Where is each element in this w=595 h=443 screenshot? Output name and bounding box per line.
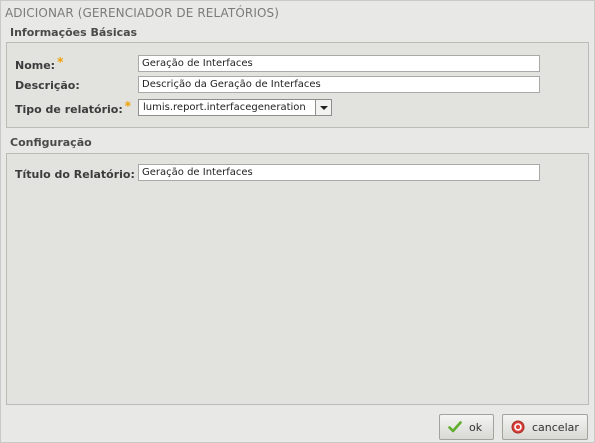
add-report-dialog: ADICIONAR (GERENCIADOR DE RELATÓRIOS) In… bbox=[0, 0, 595, 443]
ok-button-label: ok bbox=[469, 421, 483, 434]
description-label: Descrição: bbox=[15, 79, 80, 92]
configuration-panel: Título do Relatório: Geração de Interfac… bbox=[6, 153, 589, 405]
basic-info-panel: Nome: * Geração de Interfaces Descrição: … bbox=[6, 42, 589, 128]
cancel-button-label: cancelar bbox=[532, 421, 579, 434]
cancel-circle-icon bbox=[511, 420, 525, 434]
required-marker: * bbox=[57, 55, 64, 69]
basic-info-heading: Informações Básicas bbox=[10, 26, 138, 39]
name-field[interactable]: Geração de Interfaces bbox=[138, 55, 540, 72]
report-type-label: Tipo de relatório: * bbox=[15, 99, 132, 116]
ok-button[interactable]: ok bbox=[439, 414, 494, 440]
report-title-field[interactable]: Geração de Interfaces bbox=[138, 164, 540, 181]
name-label: Nome: * bbox=[15, 55, 64, 72]
cancel-button[interactable]: cancelar bbox=[502, 414, 588, 440]
required-marker: * bbox=[124, 99, 132, 113]
report-type-select[interactable]: lumis.report.interfacegeneration bbox=[138, 99, 332, 116]
checkmark-icon bbox=[448, 421, 462, 433]
report-type-value: lumis.report.interfacegeneration bbox=[143, 102, 306, 113]
report-title-label: Título do Relatório: bbox=[15, 168, 135, 181]
configuration-heading: Configuração bbox=[10, 136, 92, 149]
chevron-down-icon[interactable] bbox=[315, 100, 331, 115]
description-field[interactable]: Descrição da Geração de Interfaces bbox=[138, 76, 540, 93]
dialog-title: ADICIONAR (GERENCIADOR DE RELATÓRIOS) bbox=[5, 6, 280, 20]
